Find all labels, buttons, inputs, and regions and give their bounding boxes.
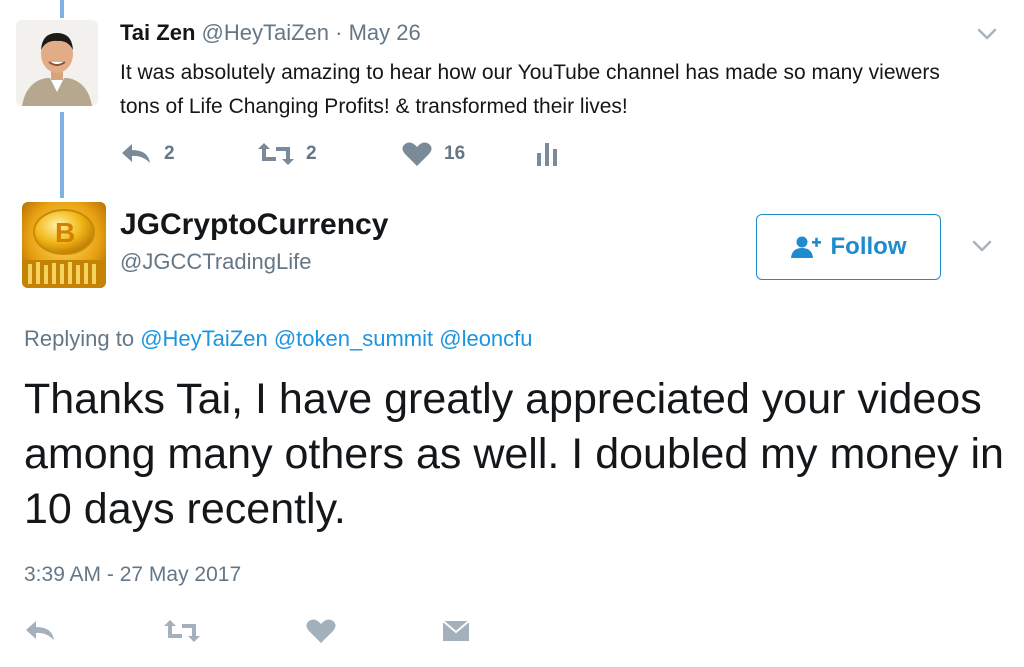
chevron-down-icon[interactable]	[970, 234, 994, 258]
follow-user-icon	[790, 236, 821, 258]
thread-line-top	[60, 0, 64, 18]
analytics-icon[interactable]	[536, 141, 560, 172]
author-name[interactable]: Tai Zen	[120, 20, 195, 45]
follow-button[interactable]: Follow	[756, 214, 941, 280]
like-button[interactable]	[306, 618, 336, 649]
mention-link[interactable]: @HeyTaiZen	[140, 326, 268, 351]
separator: ·	[335, 20, 343, 45]
mention-link[interactable]: @leoncfu	[439, 326, 532, 351]
author-handle[interactable]: @JGCCTradingLife	[120, 249, 311, 275]
thread-line-bottom	[60, 112, 64, 198]
reply-count: 2	[164, 143, 175, 164]
tweet-text: Thanks Tai, I have greatly appreciated y…	[24, 375, 1004, 533]
like-count: 16	[444, 143, 466, 164]
like-icon	[306, 619, 336, 643]
retweet-count: 2	[306, 143, 317, 164]
reply-icon	[122, 144, 150, 163]
retweet-icon	[258, 143, 294, 165]
author-handle[interactable]: @HeyTaiZen	[202, 20, 330, 45]
author-name[interactable]: JGCryptoCurrency	[120, 208, 388, 242]
replying-prefix: Replying to	[24, 326, 135, 351]
avatar[interactable]	[16, 20, 98, 106]
avatar[interactable]: B	[22, 202, 106, 288]
tweet-header: Tai Zen @HeyTaiZen · May 26	[120, 20, 421, 46]
chevron-down-icon[interactable]	[975, 22, 999, 46]
retweet-icon	[164, 620, 200, 642]
retweet-button[interactable]: 2	[258, 141, 317, 167]
message-button[interactable]	[442, 618, 470, 649]
like-button[interactable]: 16	[402, 141, 465, 167]
message-icon	[442, 620, 470, 641]
follow-label: Follow	[830, 233, 907, 260]
reply-button[interactable]	[24, 618, 56, 649]
like-icon	[402, 142, 432, 166]
mention-link[interactable]: @token_summit	[274, 326, 433, 351]
tweet-text: It was absolutely amazing to hear how ou…	[120, 61, 940, 118]
tweet-timestamp[interactable]: 3:39 AM - 27 May 2017	[24, 563, 241, 587]
retweet-button[interactable]	[164, 618, 200, 649]
svg-text:B: B	[55, 217, 75, 248]
replying-to: Replying to @HeyTaiZen @token_summit @le…	[24, 326, 533, 352]
tweet-date[interactable]: May 26	[349, 20, 421, 45]
reply-icon	[26, 621, 54, 640]
reply-button[interactable]: 2	[120, 141, 175, 167]
